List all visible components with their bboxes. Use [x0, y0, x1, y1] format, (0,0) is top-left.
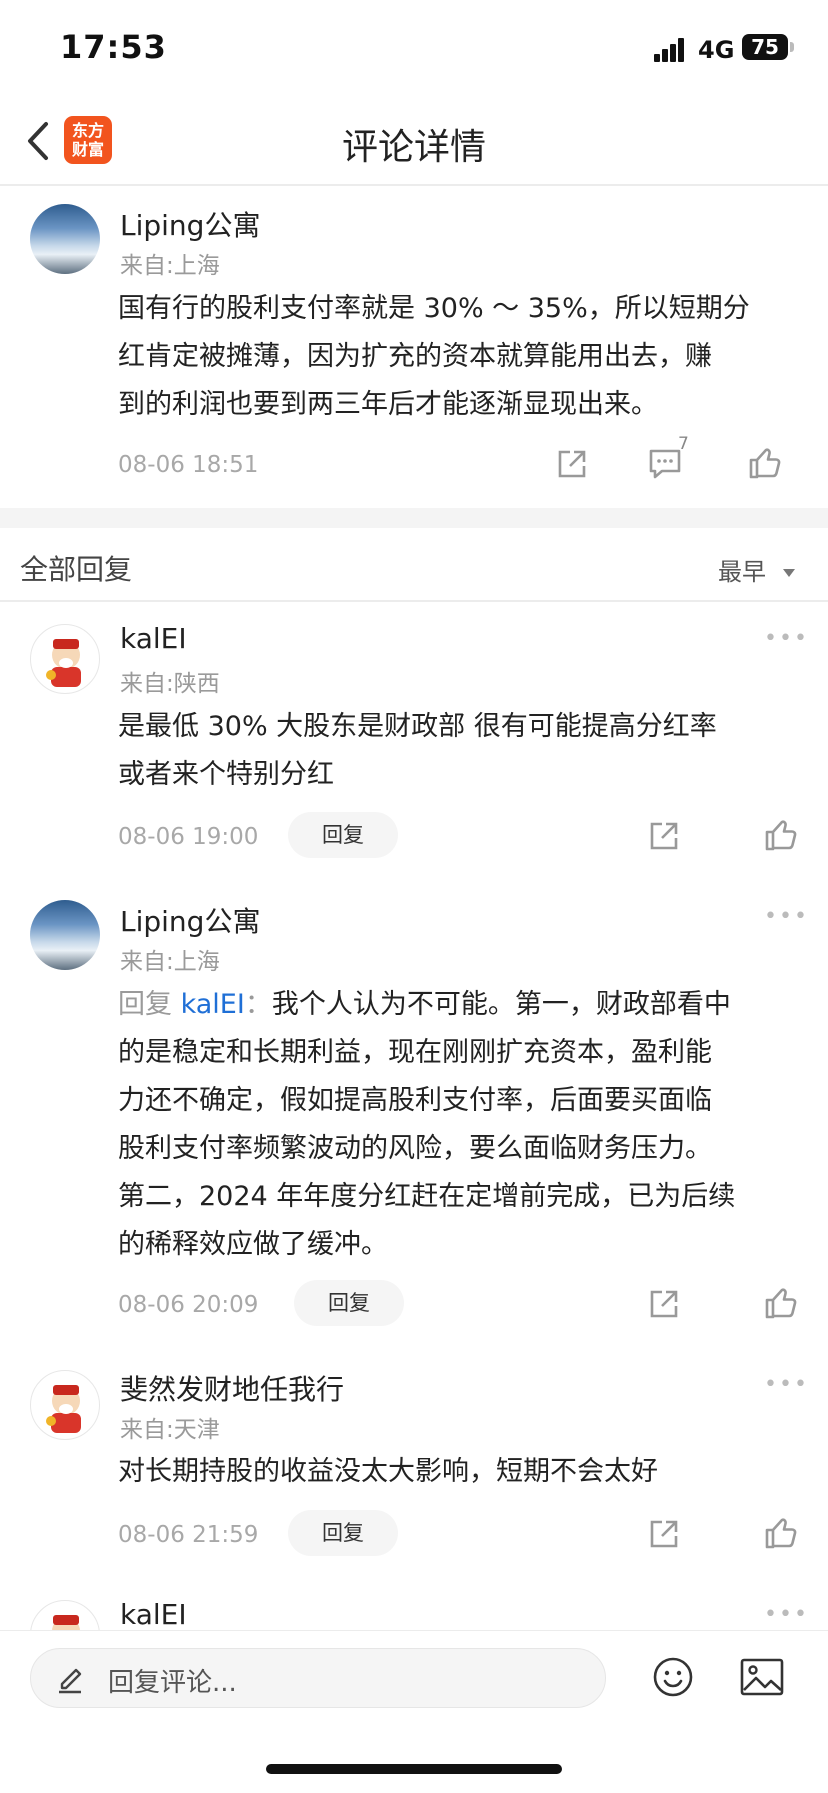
- like-button[interactable]: [764, 818, 798, 852]
- more-icon[interactable]: •••: [764, 1602, 809, 1627]
- image-icon: [740, 1658, 784, 1696]
- avatar[interactable]: [30, 900, 100, 970]
- comment-count: 7: [678, 434, 689, 454]
- emoji-button[interactable]: [652, 1656, 694, 1698]
- comment-time: 08-06 21:59: [118, 1522, 259, 1548]
- share-button[interactable]: [648, 820, 680, 852]
- comment-time: 08-06 18:51: [118, 452, 259, 478]
- share-button[interactable]: [648, 1288, 680, 1320]
- location: 来自:上海: [120, 949, 220, 975]
- like-button[interactable]: [764, 1516, 798, 1550]
- comment-button[interactable]: [648, 448, 682, 480]
- more-icon[interactable]: •••: [764, 1372, 809, 1397]
- location: 来自:上海: [120, 253, 220, 279]
- avatar[interactable]: [30, 1370, 100, 1440]
- section-gap: [0, 508, 828, 528]
- network-type: 4G: [698, 36, 735, 64]
- username[interactable]: kalEI: [120, 1598, 187, 1631]
- caret-down-icon: [782, 569, 795, 577]
- home-indicator[interactable]: [266, 1764, 562, 1774]
- username[interactable]: Liping公寓: [120, 900, 260, 940]
- smiley-icon: [653, 1657, 693, 1697]
- share-button[interactable]: [556, 448, 588, 480]
- thumbs-up-icon: [749, 448, 781, 479]
- username[interactable]: Liping公寓: [120, 204, 260, 244]
- username[interactable]: kalEI: [120, 622, 187, 655]
- like-button[interactable]: [748, 446, 782, 480]
- share-icon: [558, 450, 586, 478]
- thumbs-up-icon: [765, 1288, 797, 1319]
- avatar[interactable]: [30, 624, 100, 694]
- comment-text: 国有行的股利支付率就是 30% ～ 35%，所以短期分 红肯定被摊薄，因为扩充的…: [118, 293, 750, 420]
- page-title: 评论详情: [341, 127, 486, 168]
- comment-text: 对长期持股的收益没太大影响，短期不会太好: [118, 1456, 658, 1487]
- signal-icon: [654, 38, 688, 62]
- image-button[interactable]: [740, 1658, 784, 1696]
- share-icon: [650, 1520, 678, 1548]
- username[interactable]: 斐然发财地任我行: [120, 1368, 344, 1408]
- battery-cap: [790, 42, 794, 52]
- comment-text: 是最低 30% 大股东是财政部 很有可能提高分红率 或者来个特别分红: [118, 711, 717, 790]
- comment-time: 08-06 20:09: [118, 1292, 259, 1318]
- more-icon[interactable]: •••: [764, 626, 809, 651]
- divider: [0, 600, 828, 602]
- comment-text: 回复 kalEI：我个人认为不可能。第一，财政部看中 的是稳定和长期利益，现在刚…: [118, 989, 736, 1260]
- reply-placeholder[interactable]: 回复评论...: [108, 1662, 237, 1699]
- thumbs-up-icon: [765, 820, 797, 851]
- battery-icon: 75: [742, 34, 788, 60]
- reply-button[interactable]: 回复: [288, 1510, 398, 1556]
- pencil-icon: [56, 1664, 84, 1694]
- share-icon: [650, 822, 678, 850]
- location: 来自:天津: [120, 1417, 220, 1443]
- avatar[interactable]: [30, 204, 100, 274]
- mention-link[interactable]: kalEI: [181, 989, 245, 1020]
- divider: [0, 184, 828, 186]
- share-button[interactable]: [648, 1518, 680, 1550]
- comment-icon: [649, 449, 681, 479]
- replies-title: 全部回复: [20, 553, 133, 586]
- comment-time: 08-06 19:00: [118, 824, 259, 850]
- status-time: 17:53: [60, 28, 167, 66]
- like-button[interactable]: [764, 1286, 798, 1320]
- share-icon: [650, 1290, 678, 1318]
- reply-button[interactable]: 回复: [294, 1280, 404, 1326]
- reply-button[interactable]: 回复: [288, 812, 398, 858]
- sort-dropdown[interactable]: 最早: [718, 552, 796, 587]
- location: 来自:陕西: [120, 671, 220, 697]
- thumbs-up-icon: [765, 1518, 797, 1549]
- more-icon[interactable]: •••: [764, 904, 809, 929]
